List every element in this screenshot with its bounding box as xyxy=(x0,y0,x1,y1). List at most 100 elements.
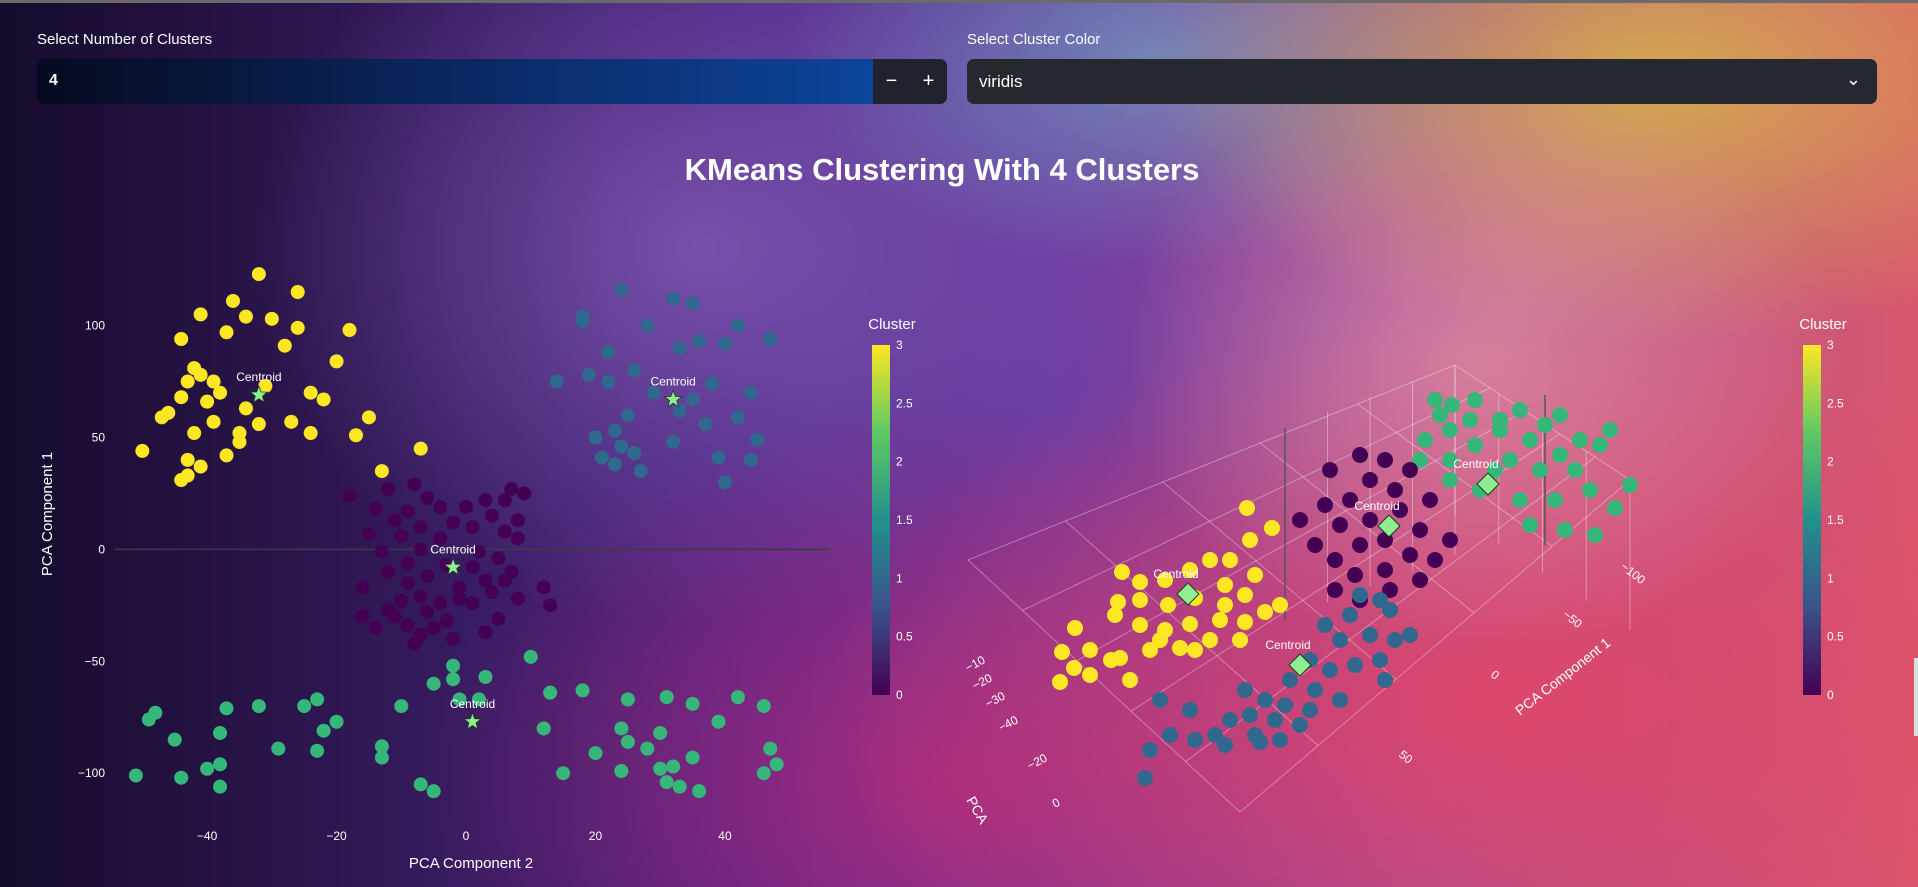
data-point-3d-cluster-1[interactable] xyxy=(1372,652,1388,668)
data-point-3d-cluster-0[interactable] xyxy=(1362,472,1378,488)
data-point-3d-cluster-1[interactable] xyxy=(1307,682,1323,698)
data-point-3d-cluster-3[interactable] xyxy=(1052,674,1068,690)
data-point-3d-cluster-3[interactable] xyxy=(1202,552,1218,568)
data-point-3d-cluster-0[interactable] xyxy=(1347,567,1363,583)
data-point-3d-cluster-2[interactable] xyxy=(1622,477,1638,493)
data-point-3d-cluster-1[interactable] xyxy=(1332,692,1348,708)
data-point-3d-cluster-3[interactable] xyxy=(1247,567,1263,583)
data-point-3d-cluster-1[interactable] xyxy=(1302,702,1318,718)
data-point-3d-cluster-2[interactable] xyxy=(1502,452,1518,468)
data-point-3d-cluster-0[interactable] xyxy=(1327,552,1343,568)
data-point-3d-cluster-3[interactable] xyxy=(1132,617,1148,633)
data-point-3d-cluster-3[interactable] xyxy=(1202,632,1218,648)
data-point-3d-cluster-2[interactable] xyxy=(1467,392,1483,408)
data-point-3d-cluster-1[interactable] xyxy=(1257,692,1273,708)
data-point-3d-cluster-2[interactable] xyxy=(1582,482,1598,498)
data-point-3d-cluster-1[interactable] xyxy=(1347,657,1363,673)
scrollbar-thumb[interactable] xyxy=(1914,658,1918,736)
data-point-3d-cluster-2[interactable] xyxy=(1462,412,1478,428)
data-point-3d-cluster-3[interactable] xyxy=(1107,607,1123,623)
data-point-3d-cluster-2[interactable] xyxy=(1547,492,1563,508)
data-point-3d-cluster-3[interactable] xyxy=(1160,597,1176,613)
data-point-3d-cluster-3[interactable] xyxy=(1242,532,1258,548)
data-point-3d-cluster-3[interactable] xyxy=(1082,642,1098,658)
data-point-3d-cluster-3[interactable] xyxy=(1217,597,1233,613)
data-point-3d-cluster-2[interactable] xyxy=(1522,432,1538,448)
data-point-3d-cluster-2[interactable] xyxy=(1427,392,1443,408)
data-point-3d-cluster-3[interactable] xyxy=(1066,660,1082,676)
data-point-3d-cluster-0[interactable] xyxy=(1412,522,1428,538)
data-point-3d-cluster-2[interactable] xyxy=(1557,522,1573,538)
data-point-3d-cluster-0[interactable] xyxy=(1352,447,1368,463)
data-point-3d-cluster-0[interactable] xyxy=(1352,537,1368,553)
data-point-3d-cluster-0[interactable] xyxy=(1362,512,1378,528)
data-point-3d-cluster-1[interactable] xyxy=(1382,602,1398,618)
data-point-3d-cluster-2[interactable] xyxy=(1492,422,1508,438)
data-point-3d-cluster-1[interactable] xyxy=(1322,662,1338,678)
data-point-3d-cluster-3[interactable] xyxy=(1122,672,1138,688)
data-point-3d-cluster-1[interactable] xyxy=(1342,607,1358,623)
data-point-3d-cluster-0[interactable] xyxy=(1387,482,1403,498)
data-point-3d-cluster-3[interactable] xyxy=(1212,612,1228,628)
data-point-3d-cluster-3[interactable] xyxy=(1257,604,1273,620)
data-point-3d-cluster-3[interactable] xyxy=(1054,644,1070,660)
data-point-3d-cluster-1[interactable] xyxy=(1267,712,1283,728)
data-point-3d-cluster-0[interactable] xyxy=(1317,497,1333,513)
data-point-3d-cluster-3[interactable] xyxy=(1132,592,1148,608)
data-point-3d-cluster-0[interactable] xyxy=(1402,547,1418,563)
data-point-3d-cluster-3[interactable] xyxy=(1114,564,1130,580)
data-point-3d-cluster-0[interactable] xyxy=(1412,572,1428,588)
data-point-3d-cluster-1[interactable] xyxy=(1277,697,1293,713)
data-point-3d-cluster-3[interactable] xyxy=(1103,652,1119,668)
data-point-3d-cluster-1[interactable] xyxy=(1352,587,1368,603)
data-point-3d-cluster-3[interactable] xyxy=(1264,520,1280,536)
data-point-3d-cluster-0[interactable] xyxy=(1292,512,1308,528)
data-point-3d-cluster-1[interactable] xyxy=(1292,717,1308,733)
data-point-3d-cluster-2[interactable] xyxy=(1592,437,1608,453)
data-point-3d-cluster-1[interactable] xyxy=(1152,692,1168,708)
data-point-3d-cluster-0[interactable] xyxy=(1422,492,1438,508)
data-point-3d-cluster-2[interactable] xyxy=(1442,422,1458,438)
data-point-3d-cluster-2[interactable] xyxy=(1417,432,1433,448)
data-point-3d-cluster-2[interactable] xyxy=(1552,407,1568,423)
data-point-3d-cluster-3[interactable] xyxy=(1187,642,1203,658)
data-point-3d-cluster-1[interactable] xyxy=(1272,732,1288,748)
data-point-3d-cluster-1[interactable] xyxy=(1182,702,1198,718)
data-point-3d-cluster-3[interactable] xyxy=(1222,552,1238,568)
scatter-chart-3d[interactable]: −100−50050−10−20−30−40−200CentroidCentro… xyxy=(0,0,1918,887)
data-point-3d-cluster-3[interactable] xyxy=(1217,577,1233,593)
data-point-3d-cluster-1[interactable] xyxy=(1162,727,1178,743)
data-point-3d-cluster-3[interactable] xyxy=(1172,640,1188,656)
data-point-3d-cluster-0[interactable] xyxy=(1327,582,1343,598)
data-point-3d-cluster-3[interactable] xyxy=(1067,620,1083,636)
data-point-3d-cluster-3[interactable] xyxy=(1232,632,1248,648)
data-point-3d-cluster-1[interactable] xyxy=(1217,737,1233,753)
data-point-3d-cluster-2[interactable] xyxy=(1467,437,1483,453)
data-point-3d-cluster-0[interactable] xyxy=(1427,552,1443,568)
data-point-3d-cluster-1[interactable] xyxy=(1332,632,1348,648)
data-point-3d-cluster-1[interactable] xyxy=(1222,712,1238,728)
data-point-3d-cluster-1[interactable] xyxy=(1377,672,1393,688)
data-point-3d-cluster-1[interactable] xyxy=(1317,617,1333,633)
data-point-3d-cluster-3[interactable] xyxy=(1272,597,1288,613)
data-point-3d-cluster-1[interactable] xyxy=(1282,672,1298,688)
data-point-3d-cluster-3[interactable] xyxy=(1152,632,1168,648)
data-point-3d-cluster-3[interactable] xyxy=(1132,574,1148,590)
data-point-3d-cluster-0[interactable] xyxy=(1402,462,1418,478)
data-point-3d-cluster-2[interactable] xyxy=(1512,492,1528,508)
data-point-3d-cluster-1[interactable] xyxy=(1137,770,1153,786)
data-point-3d-cluster-2[interactable] xyxy=(1552,447,1568,463)
data-point-3d-cluster-0[interactable] xyxy=(1377,452,1393,468)
data-point-3d-cluster-3[interactable] xyxy=(1239,500,1255,516)
data-point-3d-cluster-2[interactable] xyxy=(1572,432,1588,448)
data-point-3d-cluster-0[interactable] xyxy=(1332,517,1348,533)
data-point-3d-cluster-0[interactable] xyxy=(1322,462,1338,478)
data-point-3d-cluster-2[interactable] xyxy=(1602,422,1618,438)
data-point-3d-cluster-1[interactable] xyxy=(1252,734,1268,750)
data-point-3d-cluster-3[interactable] xyxy=(1182,616,1198,632)
data-point-3d-cluster-0[interactable] xyxy=(1442,532,1458,548)
data-point-3d-cluster-2[interactable] xyxy=(1432,407,1448,423)
data-point-3d-cluster-2[interactable] xyxy=(1522,517,1538,533)
data-point-3d-cluster-1[interactable] xyxy=(1362,627,1378,643)
data-point-3d-cluster-2[interactable] xyxy=(1567,462,1583,478)
